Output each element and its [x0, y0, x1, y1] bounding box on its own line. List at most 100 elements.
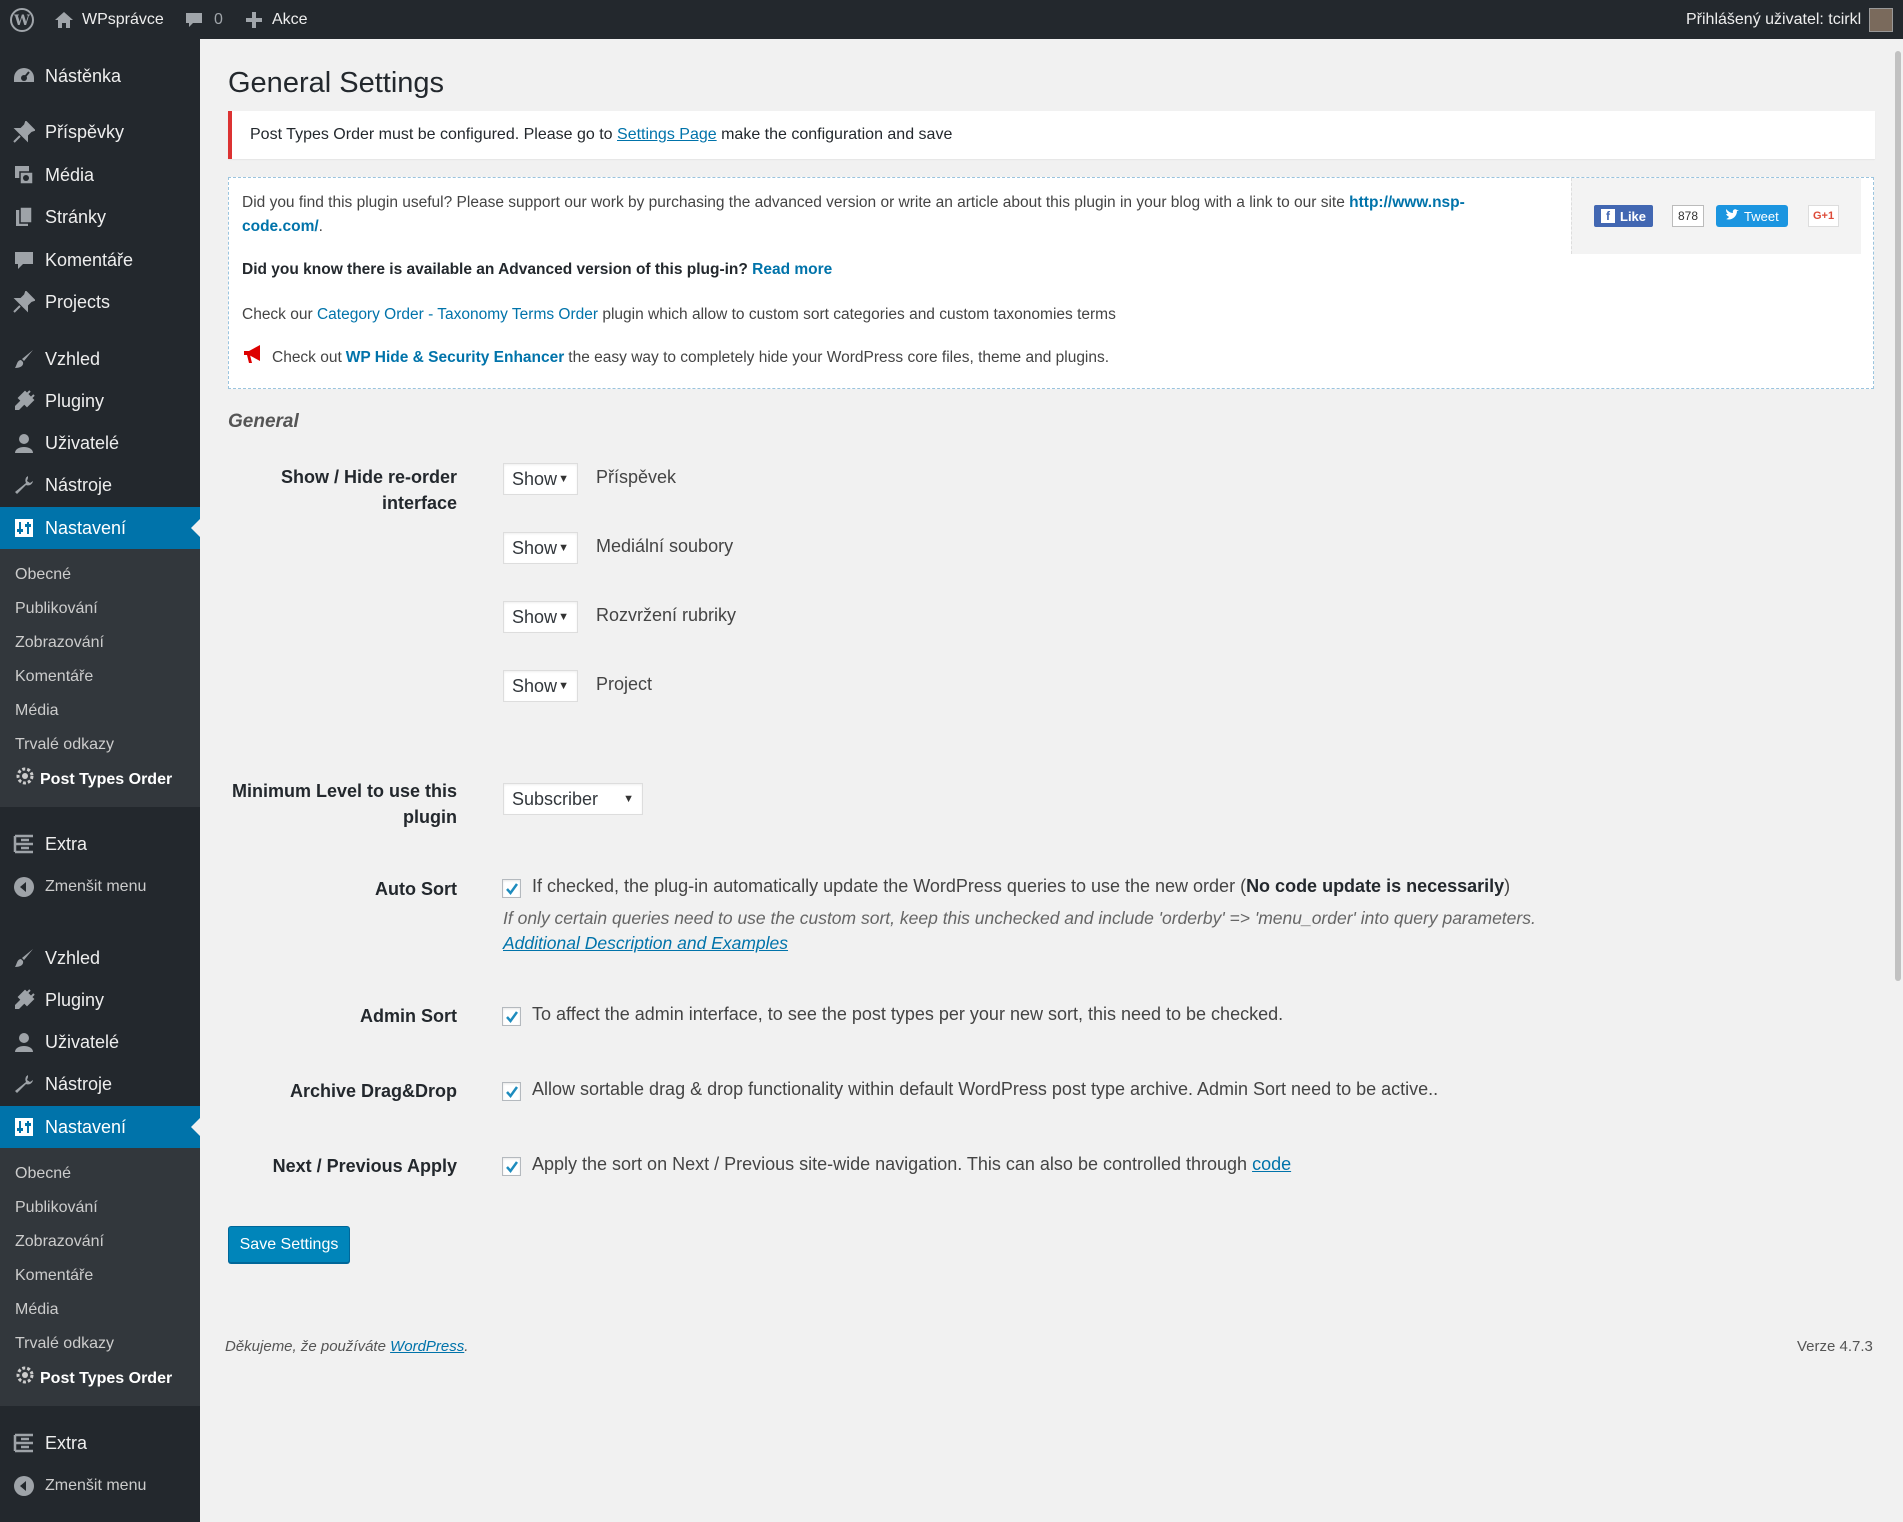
extra-layout-icon — [11, 831, 37, 857]
auto-sort-note: If only certain queries need to use the … — [503, 908, 1536, 928]
submenu-discussion[interactable]: Komentáře — [15, 1264, 93, 1288]
post-type-label-layout: Rozvržení rubriky — [596, 605, 737, 625]
menu-posts[interactable]: Příspěvky — [0, 111, 200, 153]
twitter-bird-icon — [1725, 208, 1739, 224]
collapse-menu-button[interactable]: Zmenšit menu — [0, 866, 200, 908]
my-account-link[interactable]: Přihlášený uživatel: tcirkl — [1686, 0, 1894, 39]
new-content-link[interactable]: Akce — [246, 0, 308, 39]
dropdown-arrow-icon: ▼ — [558, 611, 569, 623]
collapse-menu-label: Zmenšit menu — [45, 878, 147, 895]
category-order-link[interactable]: Category Order - Taxonomy Terms Order — [317, 306, 598, 323]
menu-comments[interactable]: Komentáře — [0, 239, 200, 281]
submenu-media[interactable]: Média — [15, 1298, 59, 1322]
submenu-permalinks[interactable]: Trvalé odkazy — [15, 733, 114, 757]
submenu-writing[interactable]: Publikování — [15, 1196, 98, 1220]
show-hide-select-media[interactable]: Show ▼ — [503, 532, 578, 564]
settings-page-link[interactable]: Settings Page — [617, 126, 717, 143]
read-more-link[interactable]: Read more — [752, 261, 832, 278]
menu-extra-2[interactable]: Extra — [0, 1422, 200, 1464]
dropdown-arrow-icon: ▼ — [623, 793, 634, 805]
wp-hide-link[interactable]: WP Hide & Security Enhancer — [346, 346, 565, 370]
min-level-select[interactable]: Subscriber ▼ — [503, 783, 643, 815]
submenu-discussion[interactable]: Komentáře — [15, 665, 93, 689]
submenu-writing[interactable]: Publikování — [15, 597, 98, 621]
menu-plugins[interactable]: Pluginy — [0, 380, 200, 422]
megaphone-icon — [242, 343, 266, 373]
submenu-post-types-order-2[interactable]: Post Types Order — [14, 1364, 172, 1394]
submenu-permalinks[interactable]: Trvalé odkazy — [15, 1332, 114, 1356]
menu-tools[interactable]: Nástroje — [0, 464, 200, 506]
submenu-reading[interactable]: Zobrazování — [15, 1230, 104, 1254]
post-type-label-project: Project — [596, 674, 653, 694]
promo-wp-hide-text: Check out WP Hide & Security Enhancer th… — [242, 343, 1109, 373]
menu-extra[interactable]: Extra — [0, 823, 200, 865]
auto-sort-label: Auto Sort — [375, 879, 457, 899]
menu-pages[interactable]: Stránky — [0, 196, 200, 238]
menu-settings[interactable]: Nastavení — [0, 507, 200, 549]
facebook-like-button[interactable]: f Like — [1594, 205, 1654, 227]
configuration-notice: Post Types Order must be configured. Ple… — [228, 111, 1875, 159]
site-name-link[interactable]: WPsprávce — [54, 0, 164, 39]
menu-media[interactable]: Média — [0, 154, 200, 196]
next-previous-description: Apply the sort on Next / Previous site-w… — [532, 1154, 1292, 1174]
menu-plugins-label: Pluginy — [45, 390, 105, 411]
dropdown-arrow-icon: ▼ — [558, 473, 569, 485]
admin-sort-checkbox[interactable] — [502, 1007, 521, 1026]
additional-description-link[interactable]: Additional Description and Examples — [503, 933, 788, 954]
collapse-menu-button-2[interactable]: Zmenšit menu — [0, 1465, 200, 1507]
submenu-general[interactable]: Obecné — [15, 563, 71, 587]
gear-icon — [14, 1364, 36, 1394]
tweet-button[interactable]: Tweet — [1716, 205, 1788, 227]
user-greeting: Přihlášený uživatel: tcirkl — [1686, 10, 1862, 28]
menu-appearance[interactable]: Vzhled — [0, 338, 200, 380]
auto-sort-checkbox[interactable] — [502, 879, 521, 898]
media-icon — [11, 162, 37, 188]
menu-dashboard[interactable]: Nástěnka — [0, 55, 200, 97]
submenu-post-types-order[interactable]: Post Types Order — [14, 767, 173, 792]
archive-dragdrop-checkbox[interactable] — [502, 1082, 521, 1101]
footer-version: Verze 4.7.3 — [1797, 1338, 1873, 1355]
plus-icon — [246, 11, 262, 28]
submenu-post-types-order-label: Post Types Order — [40, 771, 173, 788]
comments-link[interactable]: 0 — [184, 0, 223, 39]
footer-thanks: Děkujeme, že používáte WordPress. — [225, 1338, 469, 1355]
menu-settings-2[interactable]: Nastavení — [0, 1106, 200, 1148]
submenu-reading[interactable]: Zobrazování — [15, 631, 104, 655]
comment-icon — [11, 247, 37, 273]
checkmark-icon — [506, 1086, 519, 1099]
avatar — [1869, 7, 1894, 32]
submenu-general[interactable]: Obecné — [15, 1162, 71, 1186]
notice-text: Post Types Order must be configured. Ple… — [250, 126, 953, 143]
submenu-media[interactable]: Média — [15, 699, 59, 723]
save-settings-button[interactable]: Save Settings — [228, 1226, 350, 1263]
show-hide-select-layout[interactable]: Show ▼ — [503, 601, 578, 633]
menu-users[interactable]: Uživatelé — [0, 422, 200, 464]
code-link[interactable]: code — [1252, 1154, 1291, 1174]
scrollbar-track[interactable] — [1893, 39, 1903, 1522]
menu-appearance-2[interactable]: Vzhled — [0, 937, 200, 979]
wordpress-link[interactable]: WordPress — [390, 1338, 464, 1355]
social-buttons: f Like 878 Tweet G+1 — [1571, 178, 1861, 254]
plugin-icon — [11, 388, 37, 414]
scrollbar-thumb[interactable] — [1895, 51, 1901, 981]
wordpress-logo-icon[interactable]: W — [10, 0, 34, 39]
settings-sliders-icon — [11, 1114, 37, 1140]
menu-users-2[interactable]: Uživatelé — [0, 1021, 200, 1063]
admin-sort-label: Admin Sort — [360, 1006, 457, 1026]
menu-settings-label: Nastavení — [45, 1116, 127, 1137]
menu-posts-label: Příspěvky — [45, 121, 125, 142]
user-icon — [11, 430, 37, 456]
show-hide-select-project[interactable]: Show ▼ — [503, 670, 578, 702]
menu-projects[interactable]: Projects — [0, 281, 200, 323]
pushpin-icon — [11, 119, 37, 145]
menu-tools-2[interactable]: Nástroje — [0, 1063, 200, 1105]
menu-plugins-2[interactable]: Pluginy — [0, 979, 200, 1021]
next-previous-checkbox[interactable] — [502, 1157, 521, 1176]
menu-comments-label: Komentáře — [45, 249, 134, 270]
show-hide-select-post[interactable]: Show ▼ — [503, 463, 578, 495]
promo-advanced-text: Did you know there is available an Advan… — [242, 261, 833, 278]
google-plus-button[interactable]: G+1 — [1808, 205, 1840, 227]
dropdown-arrow-icon: ▼ — [558, 542, 569, 554]
menu-users-label: Uživatelé — [45, 432, 120, 453]
menu-extra-label: Extra — [45, 1432, 88, 1453]
